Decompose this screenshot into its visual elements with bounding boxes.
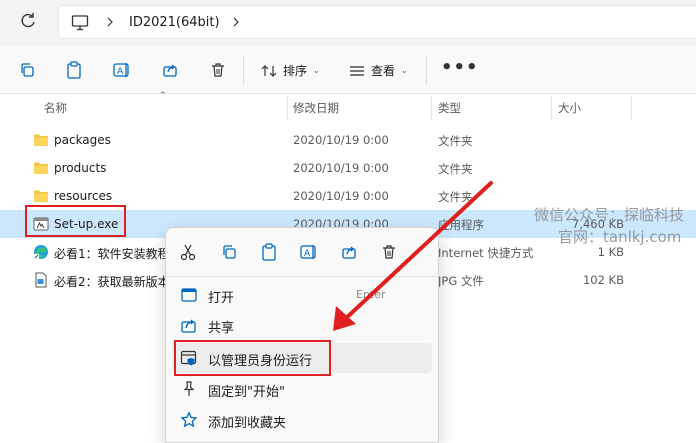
share-icon bbox=[181, 319, 196, 333]
breadcrumb-folder[interactable]: ID2021(64bit) bbox=[129, 15, 220, 30]
column-header-date[interactable]: 修改日期 bbox=[293, 100, 339, 116]
trash-icon bbox=[212, 63, 224, 77]
column-header-row: ⌃ 名称 修改日期 类型 大小 bbox=[0, 91, 696, 122]
menu-item-open[interactable]: 打开 Enter bbox=[172, 280, 432, 310]
file-type: 应用程序 bbox=[438, 218, 484, 232]
command-bar: A 排序 ⌄ 查看 ⌄ ••• bbox=[0, 46, 696, 94]
column-header-type[interactable]: 类型 bbox=[438, 100, 461, 116]
copy-button[interactable] bbox=[219, 242, 239, 262]
context-menu-quick-actions: A bbox=[166, 228, 438, 276]
more-options-button[interactable]: ••• bbox=[441, 57, 479, 78]
share-icon bbox=[163, 64, 177, 77]
column-divider[interactable] bbox=[551, 96, 552, 120]
refresh-icon[interactable] bbox=[18, 11, 38, 31]
menu-item-pin-to-start[interactable]: 固定到"开始" bbox=[172, 374, 432, 404]
copy-icon bbox=[21, 63, 34, 77]
star-icon bbox=[180, 411, 198, 428]
menu-item-label: 共享 bbox=[208, 321, 235, 336]
file-type: Internet 快捷方式 bbox=[438, 246, 534, 260]
menu-item-label: 打开 bbox=[208, 291, 235, 306]
column-divider[interactable] bbox=[287, 96, 288, 120]
file-type: 文件夹 bbox=[438, 134, 473, 148]
file-type: JPG 文件 bbox=[438, 274, 484, 288]
view-icon bbox=[350, 65, 364, 76]
menu-item-add-to-favorites[interactable]: 添加到收藏夹 bbox=[172, 405, 432, 435]
chevron-down-icon: ⌄ bbox=[313, 66, 320, 75]
share-button[interactable] bbox=[159, 59, 181, 81]
sort-ascending-icon: ⌃ bbox=[159, 91, 167, 101]
menu-item-shortcut: Enter bbox=[356, 288, 386, 301]
pin-icon bbox=[183, 381, 195, 396]
copy-button[interactable] bbox=[16, 59, 38, 81]
sort-button[interactable]: 排序 ⌄ bbox=[261, 62, 320, 79]
this-pc-icon bbox=[71, 15, 89, 31]
share-icon bbox=[342, 246, 356, 259]
file-name: 必看2：获取最新版本 bbox=[54, 275, 170, 289]
trash-icon bbox=[383, 245, 395, 259]
file-date: 2020/10/19 0:00 bbox=[293, 133, 389, 147]
file-name: packages bbox=[54, 133, 111, 147]
edge-icon bbox=[34, 245, 48, 259]
chevron-right-icon[interactable] bbox=[105, 17, 115, 27]
watermark-line: 官网：tanlkj.com bbox=[558, 228, 682, 246]
rename-button[interactable]: A bbox=[111, 59, 133, 81]
menu-divider bbox=[166, 276, 438, 277]
file-type: 文件夹 bbox=[438, 162, 473, 176]
copy-icon bbox=[223, 245, 236, 259]
folder-icon bbox=[34, 162, 48, 174]
chevron-down-icon: ⌄ bbox=[401, 66, 408, 75]
rename-button[interactable]: A bbox=[299, 242, 319, 262]
column-header-name[interactable]: 名称 bbox=[44, 100, 67, 116]
column-divider[interactable] bbox=[631, 96, 632, 120]
menu-item-label: 固定到"开始" bbox=[208, 385, 285, 400]
folder-icon bbox=[34, 134, 48, 146]
sort-icon bbox=[261, 64, 277, 77]
file-name: resources bbox=[54, 189, 113, 203]
folder-icon bbox=[34, 190, 48, 202]
file-name: 必看1：软件安装教程 bbox=[54, 247, 170, 261]
delete-button[interactable] bbox=[379, 242, 399, 262]
file-date: 2020/10/19 0:00 bbox=[293, 161, 389, 175]
watermark-line: 微信公众号：探临科技 bbox=[534, 206, 685, 224]
rename-icon: A bbox=[300, 245, 316, 259]
view-button[interactable]: 查看 ⌄ bbox=[349, 62, 408, 79]
file-type: 文件夹 bbox=[438, 190, 473, 204]
cut-icon bbox=[180, 244, 196, 261]
svg-text:A: A bbox=[304, 249, 311, 259]
column-divider[interactable] bbox=[431, 96, 432, 120]
chevron-right-icon[interactable] bbox=[231, 17, 241, 27]
file-name: products bbox=[54, 161, 107, 175]
column-header-size[interactable]: 大小 bbox=[558, 100, 581, 116]
toolbar-divider bbox=[243, 56, 244, 84]
address-box[interactable]: ID2021(64bit) bbox=[58, 5, 696, 39]
paste-button[interactable] bbox=[63, 59, 85, 81]
address-bar-area: ID2021(64bit) bbox=[0, 0, 696, 46]
menu-item-label: 添加到收藏夹 bbox=[208, 416, 287, 431]
view-label: 查看 bbox=[371, 64, 396, 78]
paste-icon bbox=[67, 61, 81, 79]
annotation-highlight-box bbox=[25, 205, 126, 237]
rename-icon: A bbox=[113, 63, 129, 77]
cut-button[interactable] bbox=[178, 242, 198, 262]
context-menu: A 打开 Enter 共享 以管理员身份运行 固定到"开始" 添加到收藏夹 bbox=[165, 227, 439, 443]
annotation-highlight-box bbox=[174, 340, 331, 376]
paste-button[interactable] bbox=[259, 242, 279, 262]
delete-button[interactable] bbox=[207, 59, 229, 81]
sort-label: 排序 bbox=[283, 64, 308, 78]
file-row[interactable]: packages 2020/10/19 0:00 文件夹 bbox=[0, 126, 696, 154]
file-row[interactable]: products 2020/10/19 0:00 文件夹 bbox=[0, 154, 696, 182]
toolbar-divider bbox=[426, 56, 427, 84]
menu-item-share[interactable]: 共享 bbox=[172, 310, 432, 340]
paste-icon bbox=[262, 243, 276, 261]
image-file-icon bbox=[35, 272, 47, 288]
share-button[interactable] bbox=[339, 242, 359, 262]
file-date: 2020/10/19 0:00 bbox=[293, 189, 389, 203]
file-size: 1 KB bbox=[597, 245, 624, 259]
svg-text:A: A bbox=[117, 67, 124, 77]
file-size: 102 KB bbox=[582, 273, 624, 287]
open-icon bbox=[181, 288, 197, 302]
